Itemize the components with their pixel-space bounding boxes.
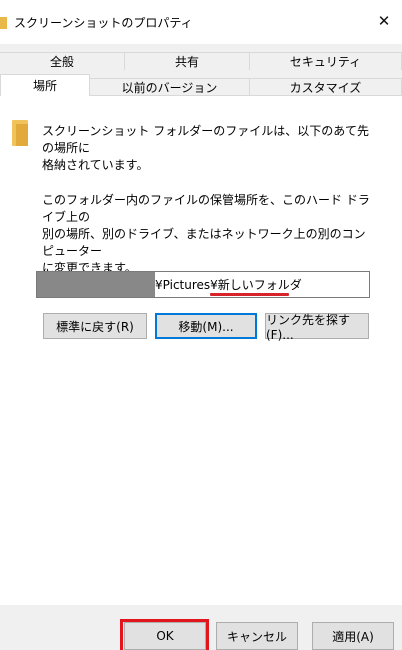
tab-customize[interactable]: カスタマイズ — [250, 78, 402, 96]
folder-icon — [12, 120, 28, 146]
restore-default-button[interactable]: 標準に戻す(R) — [43, 313, 147, 339]
folder-icon — [0, 17, 7, 29]
description-change-location: このフォルダー内のファイルの保管場所を、このハード ドライブ上の 別の場所、別の… — [42, 193, 370, 275]
description-stored-location: スクリーンショット フォルダーのファイルは、以下のあて先の場所に 格納されていま… — [42, 124, 369, 172]
title-bar: スクリーンショットのプロパティ ✕ — [0, 0, 402, 44]
red-underline-annotation — [210, 293, 289, 296]
move-button[interactable]: 移動(M)... — [155, 313, 257, 339]
window-title: スクリーンショットのプロパティ — [14, 16, 193, 30]
red-box-annotation — [120, 619, 209, 650]
tab-general[interactable]: 全般 — [0, 52, 125, 70]
close-icon: ✕ — [377, 12, 391, 30]
cancel-button[interactable]: キャンセル — [216, 622, 298, 650]
find-target-button[interactable]: リンク先を探す(F)... — [265, 313, 369, 342]
close-button[interactable]: ✕ — [366, 6, 402, 36]
tab-previous-versions[interactable]: 以前のバージョン — [90, 78, 250, 96]
tab-sharing[interactable]: 共有 — [125, 52, 250, 70]
apply-button[interactable]: 適用(A) — [312, 622, 394, 650]
tab-strip: 全般 共有 セキュリティ 場所 以前のバージョン カスタマイズ — [0, 50, 402, 98]
redacted-path-segment — [37, 272, 155, 297]
tab-location[interactable]: 場所 — [0, 74, 90, 96]
tab-security[interactable]: セキュリティ — [250, 52, 402, 70]
location-path-field[interactable]: ¥Pictures¥新しいフォルダ — [36, 271, 370, 298]
location-path-text: ¥Pictures¥新しいフォルダ — [155, 278, 302, 292]
